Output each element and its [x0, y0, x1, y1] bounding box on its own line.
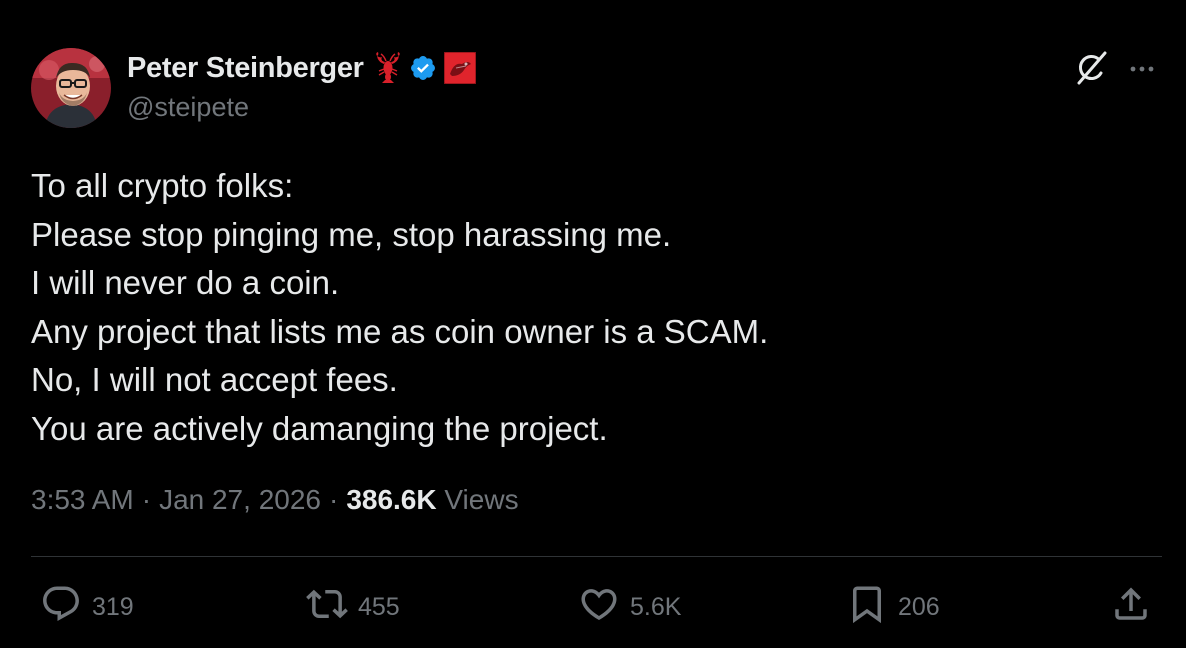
- tweet-date[interactable]: Jan 27, 2026: [159, 484, 321, 515]
- like-count: 5.6K: [630, 592, 682, 621]
- reply-count: 319: [92, 592, 134, 621]
- bookmark-count: 206: [898, 592, 940, 621]
- repost-icon: [306, 583, 348, 632]
- tweet-line: No, I will not accept fees.: [31, 361, 398, 398]
- tweet-line: I will never do a coin.: [31, 264, 340, 301]
- tweet-top-actions: [1070, 48, 1162, 88]
- views-label[interactable]: Views: [444, 484, 518, 515]
- author-display-name[interactable]: Peter Steinberger: [127, 52, 364, 85]
- heart-icon: [578, 583, 620, 632]
- lobster-emoji-icon: [373, 52, 403, 84]
- tweet-text: To all crypto folks: Please stop pinging…: [31, 162, 1151, 453]
- like-button[interactable]: 5.6K: [578, 584, 681, 630]
- grok-icon[interactable]: [1070, 48, 1114, 88]
- share-icon: [1110, 583, 1152, 632]
- share-button[interactable]: [1110, 584, 1152, 630]
- divider: [31, 556, 1162, 557]
- meta-separator: ·: [328, 484, 339, 515]
- more-horizontal-icon[interactable]: [1122, 48, 1162, 88]
- tweet-line: Any project that lists me as coin owner …: [31, 312, 769, 350]
- repost-button[interactable]: 455: [306, 584, 400, 630]
- tweet-meta: 3:53 AM · Jan 27, 2026 · 386.6K Views: [31, 484, 519, 516]
- reply-icon: [40, 583, 82, 632]
- bookmark-icon: [846, 583, 888, 632]
- affiliation-flag-icon[interactable]: [443, 52, 476, 84]
- repost-count: 455: [358, 592, 400, 621]
- reply-button[interactable]: 319: [40, 584, 134, 630]
- meta-separator: ·: [141, 484, 152, 515]
- avatar[interactable]: [31, 48, 111, 128]
- views-count[interactable]: 386.6K: [346, 484, 436, 515]
- bookmark-button[interactable]: 206: [846, 584, 940, 630]
- tweet-line: Please stop pinging me, stop harassing m…: [31, 215, 672, 253]
- author-handle[interactable]: @steipete: [127, 92, 249, 123]
- tweet-line: You are actively damanging the project.: [31, 409, 608, 447]
- tweet-time[interactable]: 3:53 AM: [31, 484, 134, 515]
- verified-badge-icon[interactable]: [409, 54, 437, 82]
- tweet-line: To all crypto folks:: [31, 167, 294, 204]
- author-name-row: Peter Steinberger: [127, 50, 476, 86]
